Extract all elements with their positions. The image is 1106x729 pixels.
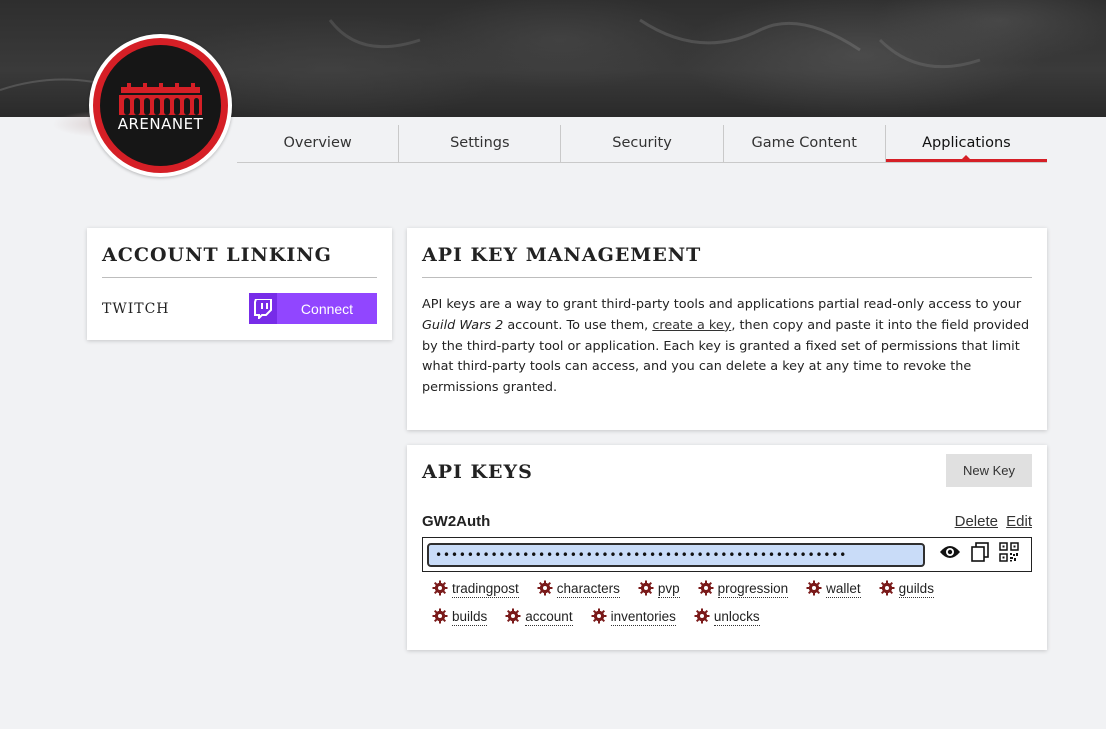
api-key-input[interactable]: ••••••••••••••••••••••••••••••••••••••••… xyxy=(427,542,925,567)
permission-item: inventories xyxy=(591,608,676,627)
permission-item: tradingpost xyxy=(432,580,519,599)
key-tools xyxy=(939,541,1019,568)
gear-icon xyxy=(432,580,448,599)
permission-label: guilds xyxy=(898,581,934,598)
permission-label: tradingpost xyxy=(452,581,519,598)
twitch-row: TWITCH Connect xyxy=(102,293,377,324)
divider xyxy=(422,277,1032,278)
account-linking-title: ACCOUNT LINKING xyxy=(102,244,332,266)
permission-label: wallet xyxy=(826,581,861,598)
tab-overview[interactable]: Overview xyxy=(237,125,400,162)
main-nav: Overview Settings Security Game Content … xyxy=(237,125,1048,163)
permission-label: progression xyxy=(717,581,789,598)
key-actions: Delete Edit xyxy=(951,513,1032,530)
gear-icon xyxy=(806,580,822,599)
qr-code-icon[interactable] xyxy=(999,542,1019,567)
tab-game-content[interactable]: Game Content xyxy=(724,125,886,162)
permission-item: builds xyxy=(432,608,488,627)
copy-icon[interactable] xyxy=(969,541,991,568)
divider xyxy=(102,277,377,278)
connect-label: Connect xyxy=(300,300,354,317)
twitch-label: TWITCH xyxy=(102,300,170,317)
twitch-icon xyxy=(249,293,277,324)
key-field-container: ••••••••••••••••••••••••••••••••••••••••… xyxy=(422,537,1032,572)
gear-icon xyxy=(638,580,654,599)
eye-icon[interactable] xyxy=(939,544,961,565)
permission-label: pvp xyxy=(657,581,680,598)
permission-item: progression xyxy=(698,580,789,599)
edit-key-link[interactable]: Edit xyxy=(1006,513,1032,530)
permission-label: inventories xyxy=(610,609,676,626)
permission-item: guilds xyxy=(879,580,934,599)
permission-label: builds xyxy=(452,609,488,626)
create-key-link[interactable]: create a key xyxy=(652,318,731,333)
new-key-button[interactable]: New Key xyxy=(946,454,1032,487)
permission-label: unlocks xyxy=(713,609,760,626)
delete-key-link[interactable]: Delete xyxy=(955,513,998,530)
permission-label: account xyxy=(525,609,573,626)
gear-icon xyxy=(694,608,710,627)
key-header: GW2Auth Delete Edit xyxy=(422,513,1032,530)
account-linking-card: ACCOUNT LINKING TWITCH Connect xyxy=(87,228,392,340)
permission-item: wallet xyxy=(806,580,861,599)
gear-icon xyxy=(591,608,607,627)
arenanet-logo[interactable]: ARENANET xyxy=(89,34,232,177)
permission-list: tradingpost characters pvp progression w… xyxy=(422,580,982,636)
api-description: API keys are a way to grant third-party … xyxy=(422,297,1030,396)
gear-icon xyxy=(698,580,714,599)
game-name: Guild Wars 2 xyxy=(422,317,504,333)
tab-security[interactable]: Security xyxy=(561,125,724,162)
gear-icon xyxy=(432,608,448,627)
gear-icon xyxy=(505,608,521,627)
permission-item: pvp xyxy=(638,580,680,599)
gear-icon xyxy=(537,580,553,599)
permission-item: account xyxy=(505,608,573,627)
permission-item: unlocks xyxy=(694,608,760,627)
logo-text: ARENANET xyxy=(117,115,204,133)
permission-label: characters xyxy=(556,581,620,598)
permission-item: characters xyxy=(537,580,620,599)
api-keys-card: API KEYS New Key GW2Auth Delete Edit •••… xyxy=(407,445,1047,650)
key-name: GW2Auth xyxy=(422,513,491,530)
tab-settings[interactable]: Settings xyxy=(399,125,562,162)
api-key-management-card: API KEY MANAGEMENT API keys are a way to… xyxy=(407,228,1047,430)
arena-icon xyxy=(119,83,202,115)
tab-applications[interactable]: Applications xyxy=(885,125,1048,162)
gear-icon xyxy=(879,580,895,599)
api-keys-title: API KEYS xyxy=(422,461,533,483)
api-key-management-title: API KEY MANAGEMENT xyxy=(422,244,702,266)
twitch-connect-button[interactable]: Connect xyxy=(249,293,377,324)
